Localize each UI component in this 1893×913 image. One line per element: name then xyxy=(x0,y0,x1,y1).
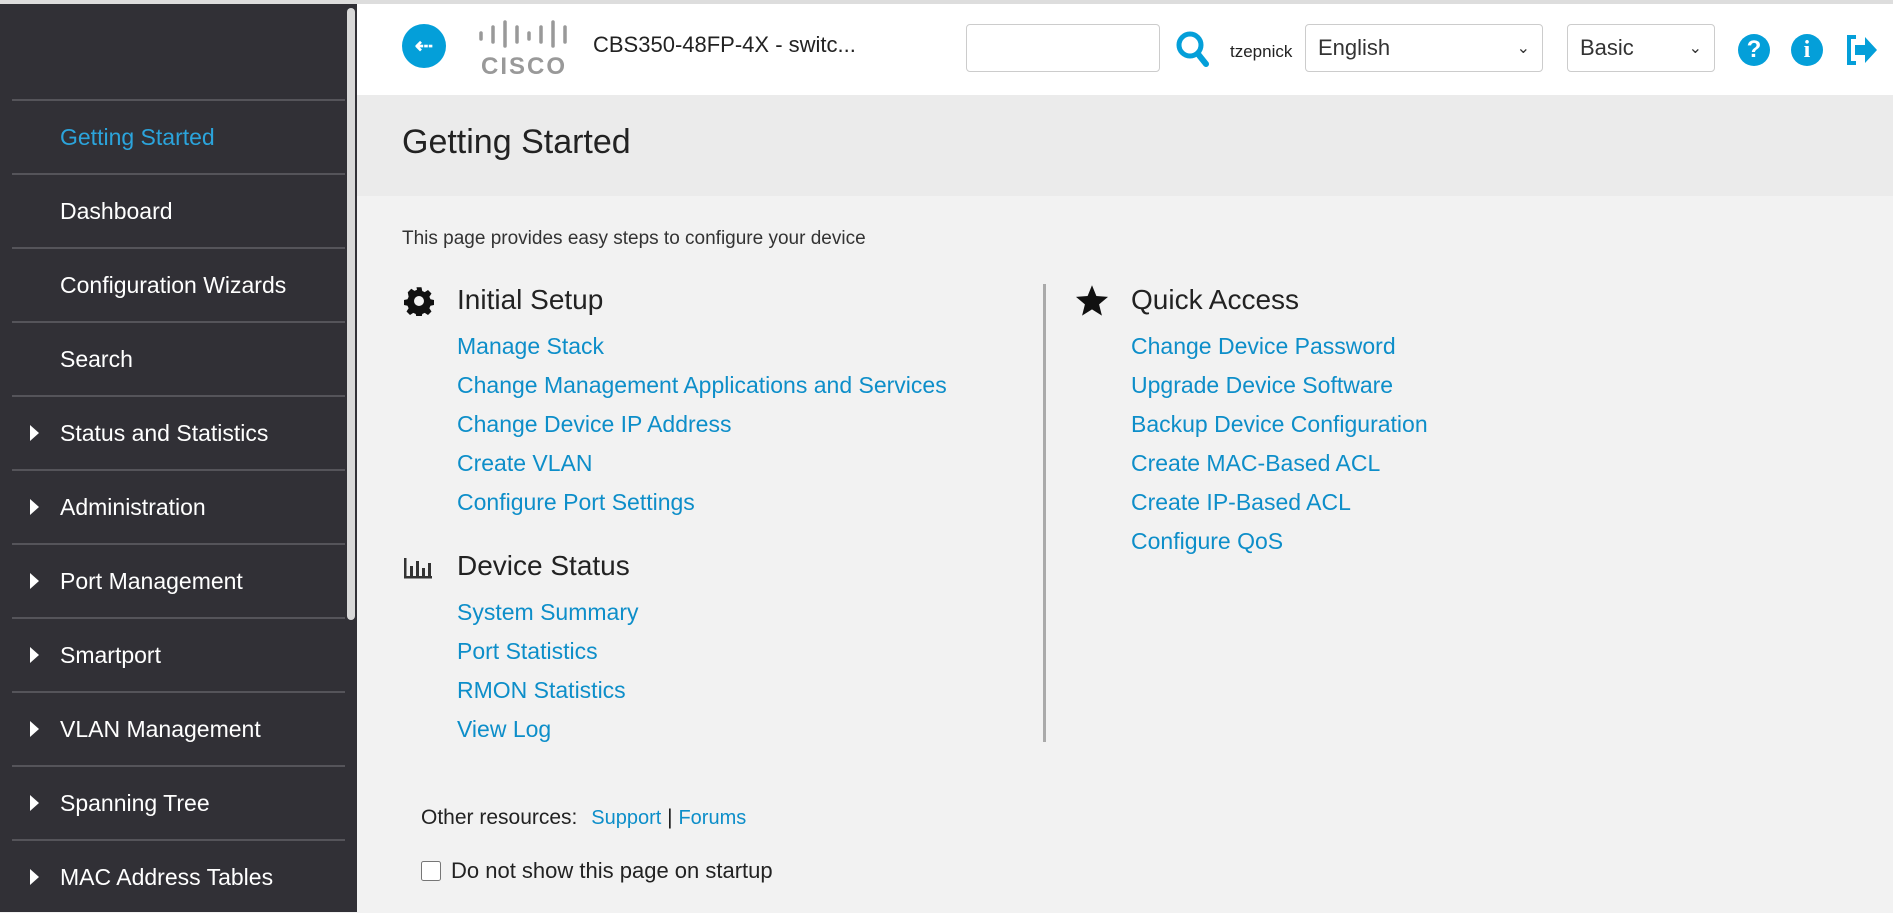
other-resources: Other resources: Support | Forums xyxy=(421,806,746,830)
language-select[interactable]: English ⌄ xyxy=(1305,24,1543,72)
sidebar-item-search[interactable]: Search xyxy=(12,321,345,395)
sidebar-item-spanning-tree[interactable]: Spanning Tree xyxy=(12,765,345,839)
sidebar-scrollbar[interactable] xyxy=(347,8,355,620)
logout-icon[interactable] xyxy=(1844,34,1878,66)
header: ⇠ CISCO CBS350-48FP-4X - switc... tzepni… xyxy=(357,0,1893,95)
search-input[interactable] xyxy=(966,24,1160,72)
link-change-management-applications-and-services[interactable]: Change Management Applications and Servi… xyxy=(457,372,947,399)
sidebar-item-label: Dashboard xyxy=(60,197,173,224)
caret-right-icon xyxy=(30,573,39,589)
page-title: Getting Started xyxy=(402,123,631,161)
caret-right-icon xyxy=(30,499,39,515)
sidebar-item-label: VLAN Management xyxy=(60,715,261,742)
quick-access-heading: Quick Access xyxy=(1131,284,1300,315)
search-icon[interactable] xyxy=(1175,30,1211,68)
language-value: English xyxy=(1318,35,1391,60)
mode-select[interactable]: Basic ⌄ xyxy=(1567,24,1715,72)
caret-right-icon xyxy=(30,647,39,663)
link-upgrade-device-software[interactable]: Upgrade Device Software xyxy=(1131,372,1393,399)
column-divider xyxy=(1043,284,1046,742)
link-view-log[interactable]: View Log xyxy=(457,716,551,743)
separator: | xyxy=(667,806,673,829)
link-rmon-statistics[interactable]: RMON Statistics xyxy=(457,677,626,704)
sidebar-item-smartport[interactable]: Smartport xyxy=(12,617,345,691)
sidebar-item-label: Port Management xyxy=(60,567,243,594)
star-icon xyxy=(1075,285,1109,316)
link-system-summary[interactable]: System Summary xyxy=(457,599,638,626)
username: tzepnick xyxy=(1230,42,1293,61)
device-title: CBS350-48FP-4X - switc... xyxy=(593,32,856,57)
mode-value: Basic xyxy=(1580,35,1634,60)
chevron-down-icon: ⌄ xyxy=(1688,40,1702,57)
sidebar-item-administration[interactable]: Administration xyxy=(12,469,345,543)
caret-right-icon xyxy=(30,721,39,737)
other-resources-label: Other resources: xyxy=(421,806,578,829)
sidebar-item-label: Getting Started xyxy=(60,123,215,150)
link-create-ip-based-acl[interactable]: Create IP-Based ACL xyxy=(1131,489,1351,516)
link-create-mac-based-acl[interactable]: Create MAC-Based ACL xyxy=(1131,450,1380,477)
startup-checkbox[interactable] xyxy=(421,861,441,881)
caret-right-icon xyxy=(30,869,39,885)
sidebar-item-vlan-management[interactable]: VLAN Management xyxy=(12,691,345,765)
link-configure-qos[interactable]: Configure QoS xyxy=(1131,528,1283,555)
link-configure-port-settings[interactable]: Configure Port Settings xyxy=(457,489,695,516)
startup-checkbox-row[interactable]: Do not show this page on startup xyxy=(421,858,773,884)
sidebar-item-label: Search xyxy=(60,345,133,372)
sidebar-item-label: Configuration Wizards xyxy=(60,271,287,298)
sidebar-item-mac-address-tables[interactable]: MAC Address Tables xyxy=(12,839,345,913)
info-icon[interactable]: i xyxy=(1791,34,1823,66)
link-backup-device-configuration[interactable]: Backup Device Configuration xyxy=(1131,411,1428,438)
sidebar-item-configuration-wizards[interactable]: Configuration Wizards xyxy=(12,247,345,321)
page-description: This page provides easy steps to configu… xyxy=(402,228,866,249)
gear-icon xyxy=(404,287,434,316)
link-port-statistics[interactable]: Port Statistics xyxy=(457,638,598,665)
sidebar-item-label: Status and Statistics xyxy=(60,419,269,446)
sidebar: Getting Started Dashboard Configuration Wi… xyxy=(0,0,357,912)
sidebar-item-label: Administration xyxy=(60,493,206,520)
bar-chart-icon xyxy=(404,558,432,579)
sidebar-toggle-button[interactable]: ⇠ xyxy=(402,24,446,68)
sidebar-item-dashboard[interactable]: Dashboard xyxy=(12,173,345,247)
sidebar-item-label: Spanning Tree xyxy=(60,789,210,816)
sidebar-item-label: Smartport xyxy=(60,641,161,668)
link-create-vlan[interactable]: Create VLAN xyxy=(457,450,593,477)
sidebar-item-label: MAC Address Tables xyxy=(60,863,274,890)
page-title-bar: Getting Started xyxy=(357,95,1893,196)
link-manage-stack[interactable]: Manage Stack xyxy=(457,333,604,360)
help-icon[interactable]: ? xyxy=(1738,34,1770,66)
link-change-device-ip-address[interactable]: Change Device IP Address xyxy=(457,411,731,438)
cisco-logo: CISCO xyxy=(477,20,571,80)
link-change-device-password[interactable]: Change Device Password xyxy=(1131,333,1396,360)
cisco-logo-text: CISCO xyxy=(480,53,567,80)
support-link[interactable]: Support xyxy=(591,807,661,829)
sidebar-item-status-and-statistics[interactable]: Status and Statistics xyxy=(12,395,345,469)
sidebar-item-getting-started[interactable]: Getting Started xyxy=(12,99,345,173)
initial-setup-heading: Initial Setup xyxy=(457,284,604,315)
device-status-heading: Device Status xyxy=(457,550,630,581)
sidebar-item-port-management[interactable]: Port Management xyxy=(12,543,345,617)
forums-link[interactable]: Forums xyxy=(678,807,746,829)
caret-right-icon xyxy=(30,795,39,811)
caret-right-icon xyxy=(30,425,39,441)
cisco-bars-icon xyxy=(479,20,567,48)
startup-checkbox-label: Do not show this page on startup xyxy=(451,858,773,883)
chevron-down-icon: ⌄ xyxy=(1516,40,1530,57)
